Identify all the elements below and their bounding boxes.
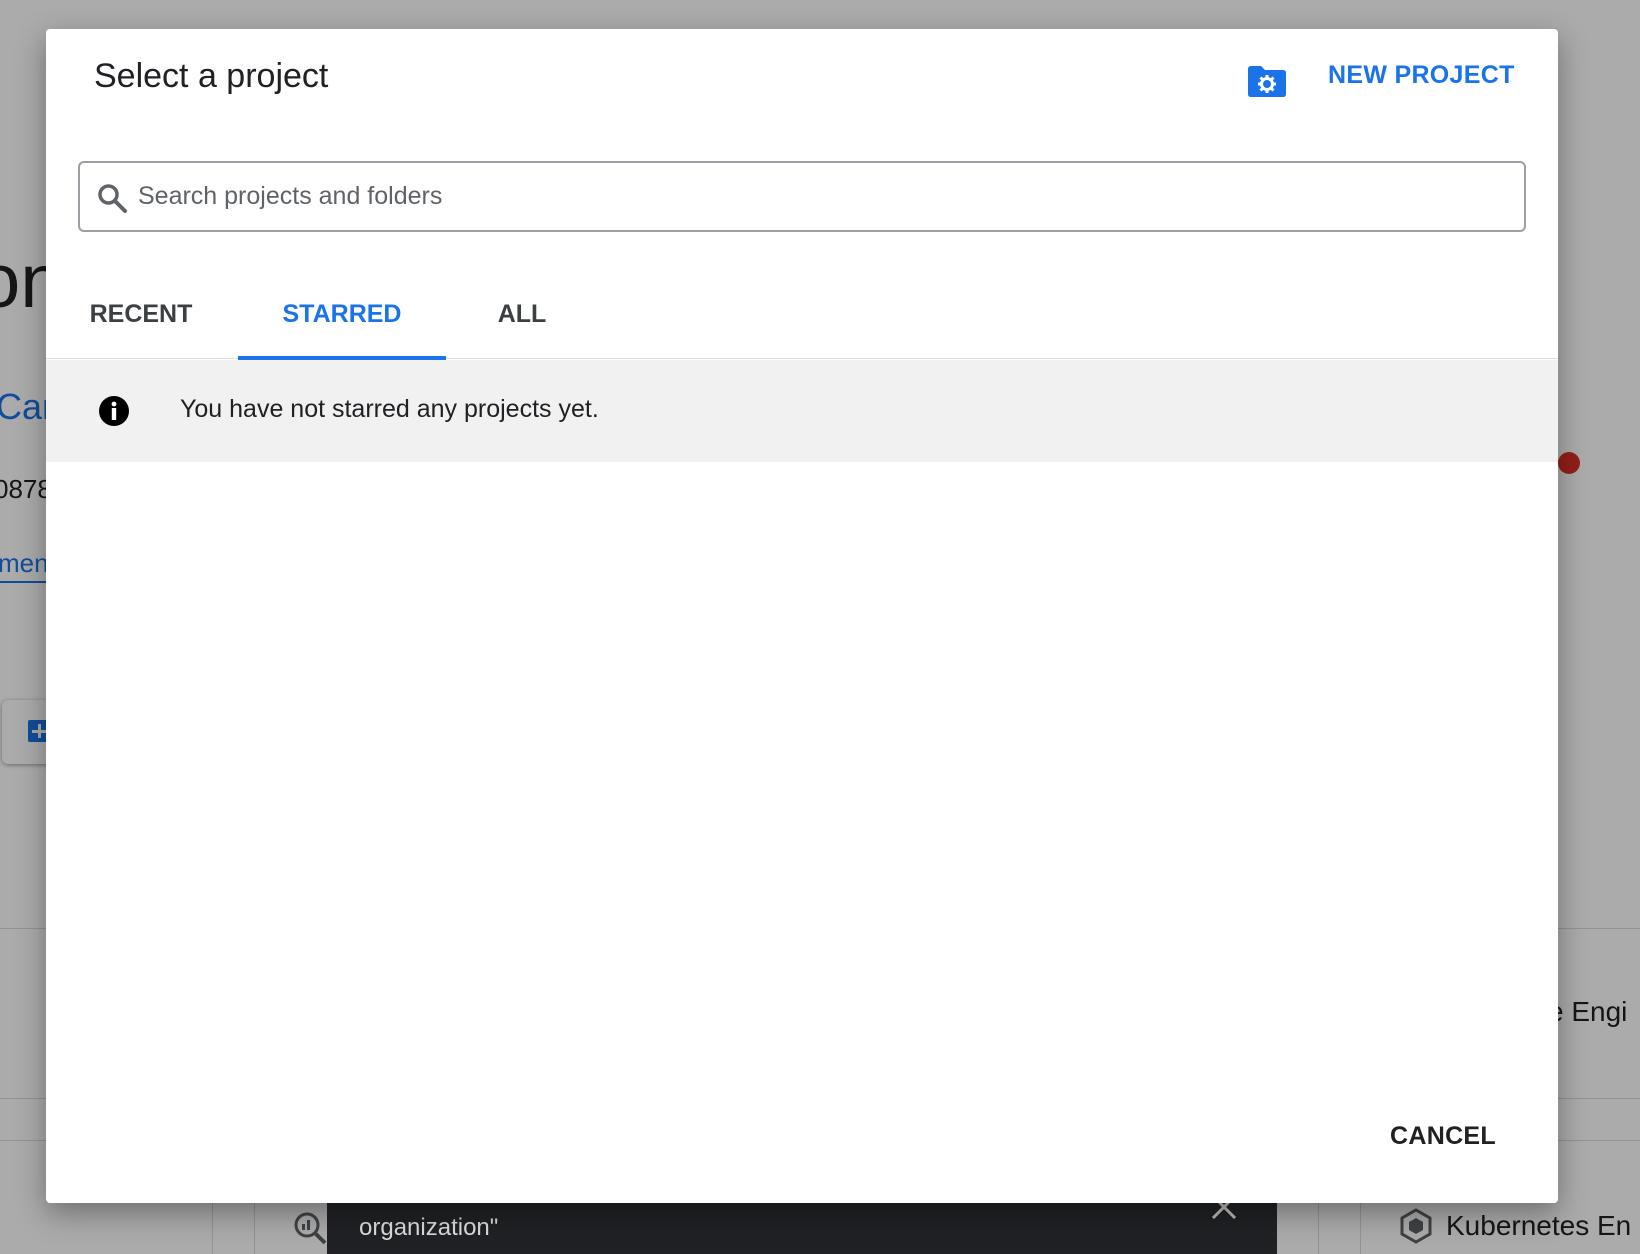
new-project-button[interactable]: NEW PROJECT <box>1328 61 1515 90</box>
tab-all[interactable]: ALL <box>466 269 578 359</box>
info-icon <box>99 396 129 426</box>
cancel-button[interactable]: CANCEL <box>1390 1122 1496 1151</box>
search-input[interactable] <box>138 163 1508 230</box>
project-tabs: RECENT STARRED ALL <box>46 269 1558 360</box>
folder-gear-icon[interactable] <box>1246 63 1288 99</box>
tab-recent[interactable]: RECENT <box>46 269 236 359</box>
search-icon <box>98 184 127 213</box>
empty-state-message: You have not starred any projects yet. <box>180 395 599 423</box>
dialog-title: Select a project <box>94 57 329 95</box>
snackbar-text: organization" <box>359 1214 499 1241</box>
search-field[interactable] <box>78 161 1526 232</box>
empty-state-notice: You have not starred any projects yet. <box>46 360 1558 462</box>
select-project-dialog: Select a project NEW PROJECT RECENT STAR… <box>46 29 1558 1203</box>
tab-starred[interactable]: STARRED <box>238 269 446 360</box>
